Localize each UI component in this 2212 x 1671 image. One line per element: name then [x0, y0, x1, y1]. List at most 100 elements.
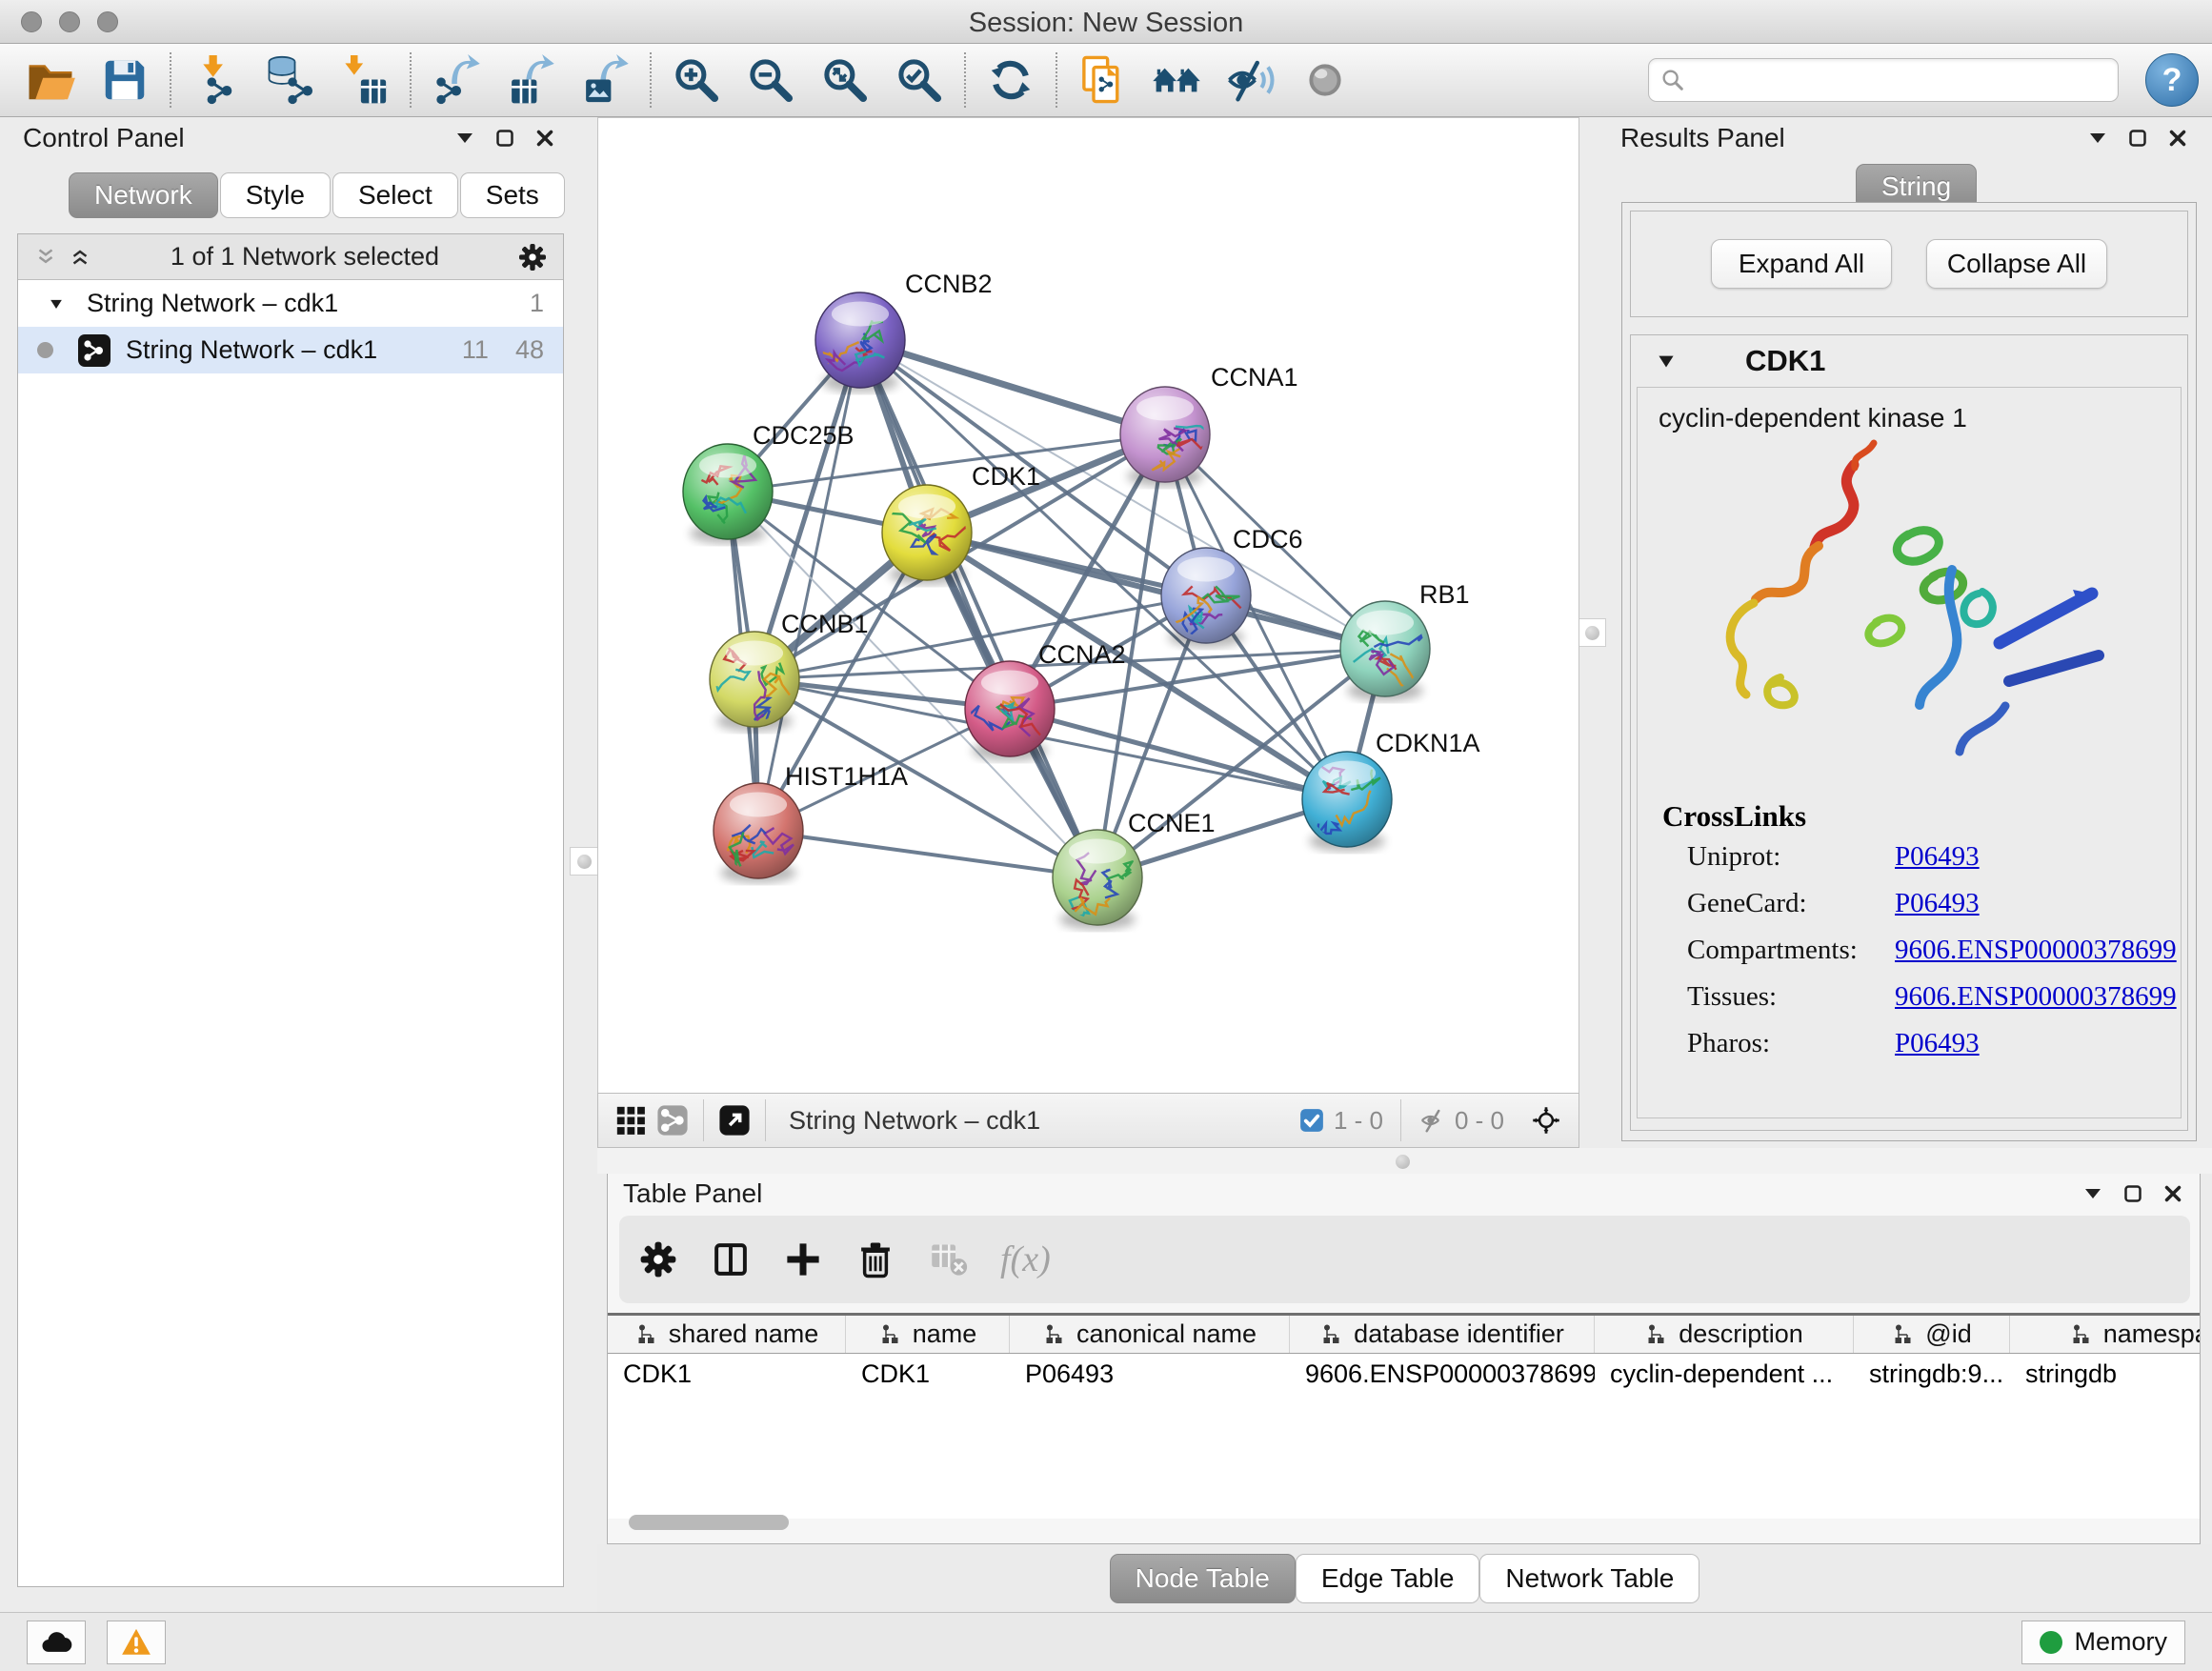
zoom-in-button[interactable]	[659, 49, 734, 111]
network-node-cdc25b[interactable]: CDC25B	[683, 421, 855, 544]
selected-checkbox-icon[interactable]	[1297, 1106, 1326, 1135]
close-panel-icon[interactable]	[2162, 1182, 2184, 1205]
column-header-canonical-name[interactable]: canonical name	[1010, 1316, 1290, 1353]
expand-all-icon[interactable]	[68, 245, 92, 270]
left-splitter-handle[interactable]	[570, 847, 598, 876]
tab-style[interactable]: Style	[220, 172, 331, 218]
crosslink-row: Compartments:9606.ENSP00000378699	[1638, 927, 2181, 974]
crosslink-link[interactable]: P06493	[1895, 1028, 1980, 1059]
table-hscrollbar[interactable]	[629, 1515, 789, 1530]
tab-select[interactable]: Select	[332, 172, 458, 218]
network-node-cdc6[interactable]: CDC6	[1161, 525, 1303, 648]
caret-down-icon[interactable]	[47, 294, 66, 313]
export-image-button[interactable]	[568, 49, 642, 111]
tab-edge-table[interactable]: Edge Table	[1296, 1554, 1480, 1603]
network-edge[interactable]	[927, 533, 1385, 649]
double-home-button[interactable]	[1139, 49, 1214, 111]
search-input[interactable]	[1648, 58, 2119, 102]
node-label: HIST1H1A	[785, 762, 908, 791]
circular-arrows-button[interactable]	[974, 49, 1048, 111]
import-table-button[interactable]	[328, 49, 402, 111]
tab-network[interactable]: Network	[69, 172, 218, 218]
tab-sets[interactable]: Sets	[460, 172, 565, 218]
crosslink-link[interactable]: P06493	[1895, 841, 1980, 873]
add-column-icon[interactable]	[783, 1239, 823, 1279]
column-header-shared-name[interactable]: shared name	[608, 1316, 846, 1353]
crosslink-link[interactable]: P06493	[1895, 888, 1980, 919]
zoom-selected-button[interactable]	[882, 49, 956, 111]
network-edge[interactable]	[860, 340, 1165, 434]
network-node-hist1h1a[interactable]: HIST1H1A	[714, 762, 908, 883]
cloud-button[interactable]	[27, 1621, 86, 1664]
detach-view-icon[interactable]	[714, 1099, 755, 1141]
string-network-icon	[78, 334, 111, 367]
section-caret-down-icon[interactable]	[1654, 349, 1679, 373]
network-row-selected[interactable]: String Network – cdk1 11 48	[18, 327, 563, 373]
hidden-eye-slash-icon[interactable]	[1418, 1106, 1447, 1135]
crosslink-link[interactable]: 9606.ENSP00000378699	[1895, 935, 2177, 966]
export-table-button[interactable]	[493, 49, 568, 111]
zoom-fit-button[interactable]	[808, 49, 882, 111]
network-collection-row[interactable]: String Network – cdk1 1	[18, 280, 563, 327]
float-panel-icon[interactable]	[2122, 1182, 2144, 1205]
table-row[interactable]: CDK1CDK1P064939606.ENSP00000378699cyclin…	[608, 1354, 2201, 1397]
gear-icon[interactable]	[517, 242, 548, 272]
warning-button[interactable]	[107, 1621, 166, 1664]
table-panel: Table Panel f(x) shared namenamecanonica…	[607, 1174, 2201, 1544]
status-bar: Memory	[0, 1612, 2212, 1671]
collapse-all-button[interactable]: Collapse All	[1926, 239, 2107, 289]
column-header-namespace[interactable]: namespace	[2010, 1316, 2201, 1353]
column-header-database-identifier[interactable]: database identifier	[1290, 1316, 1595, 1353]
network-edge[interactable]	[860, 340, 1097, 877]
network-node-rb1[interactable]: RB1	[1340, 580, 1470, 701]
help-button[interactable]: ?	[2145, 53, 2199, 107]
collapse-panel-icon[interactable]	[2086, 127, 2109, 150]
network-badge-icon[interactable]	[652, 1099, 694, 1141]
float-panel-icon[interactable]	[493, 127, 516, 150]
column-header-description[interactable]: description	[1595, 1316, 1854, 1353]
left-splitter[interactable]	[572, 117, 597, 1148]
memory-button[interactable]: Memory	[2021, 1621, 2185, 1664]
grid-view-icon[interactable]	[610, 1099, 652, 1141]
network-canvas[interactable]: CCNB2CCNA1CDC25BCDK1CDC6RB1CCNB1CCNA2CDK…	[597, 117, 1579, 1093]
edge-count: 48	[515, 335, 544, 365]
network-edge[interactable]	[758, 831, 1097, 877]
import-network-database-button[interactable]	[253, 49, 328, 111]
close-panel-icon[interactable]	[2166, 127, 2189, 150]
node-count: 11	[462, 335, 489, 365]
show-columns-icon[interactable]	[711, 1239, 751, 1279]
network-node-ccnb1[interactable]: CCNB1	[710, 610, 869, 732]
expand-all-button[interactable]: Expand All	[1711, 239, 1892, 289]
column-header-name[interactable]: name	[846, 1316, 1010, 1353]
birds-eye-view-icon[interactable]	[1525, 1099, 1567, 1141]
network-node-ccna1[interactable]: CCNA1	[1120, 363, 1298, 487]
collapse-panel-icon[interactable]	[453, 127, 476, 150]
table-settings-gear-icon[interactable]	[638, 1239, 678, 1279]
node-label: CCNA2	[1038, 640, 1126, 669]
horizontal-splitter[interactable]	[597, 1148, 2212, 1174]
float-panel-icon[interactable]	[2126, 127, 2149, 150]
column-header--id[interactable]: @id	[1854, 1316, 2010, 1353]
document-network-button[interactable]	[1065, 49, 1139, 111]
import-network-button[interactable]	[179, 49, 253, 111]
network-edge[interactable]	[1010, 709, 1347, 799]
open-file-button[interactable]	[13, 49, 88, 111]
hide-glass-ball-button[interactable]	[1214, 49, 1288, 111]
crosslink-link[interactable]: 9606.ENSP00000378699	[1895, 981, 2177, 1013]
tab-node-table[interactable]: Node Table	[1110, 1554, 1296, 1603]
collapse-all-icon[interactable]	[33, 245, 58, 270]
table-cell: P06493	[1010, 1354, 1290, 1397]
crosslink-row: Pharos:P06493	[1638, 1020, 2181, 1067]
network-edge[interactable]	[758, 340, 860, 831]
zoom-out-button[interactable]	[734, 49, 808, 111]
right-splitter[interactable]	[1579, 117, 1605, 1148]
export-network-button[interactable]	[419, 49, 493, 111]
right-splitter-handle[interactable]	[1578, 618, 1606, 647]
close-panel-icon[interactable]	[533, 127, 556, 150]
save-session-button[interactable]	[88, 49, 162, 111]
tab-network-table[interactable]: Network Table	[1479, 1554, 1699, 1603]
delete-column-icon[interactable]	[855, 1239, 895, 1279]
collapse-panel-icon[interactable]	[2081, 1182, 2104, 1205]
network-node-cdkn1a[interactable]: CDKN1A	[1302, 729, 1480, 852]
glass-ball-button[interactable]	[1288, 49, 1362, 111]
